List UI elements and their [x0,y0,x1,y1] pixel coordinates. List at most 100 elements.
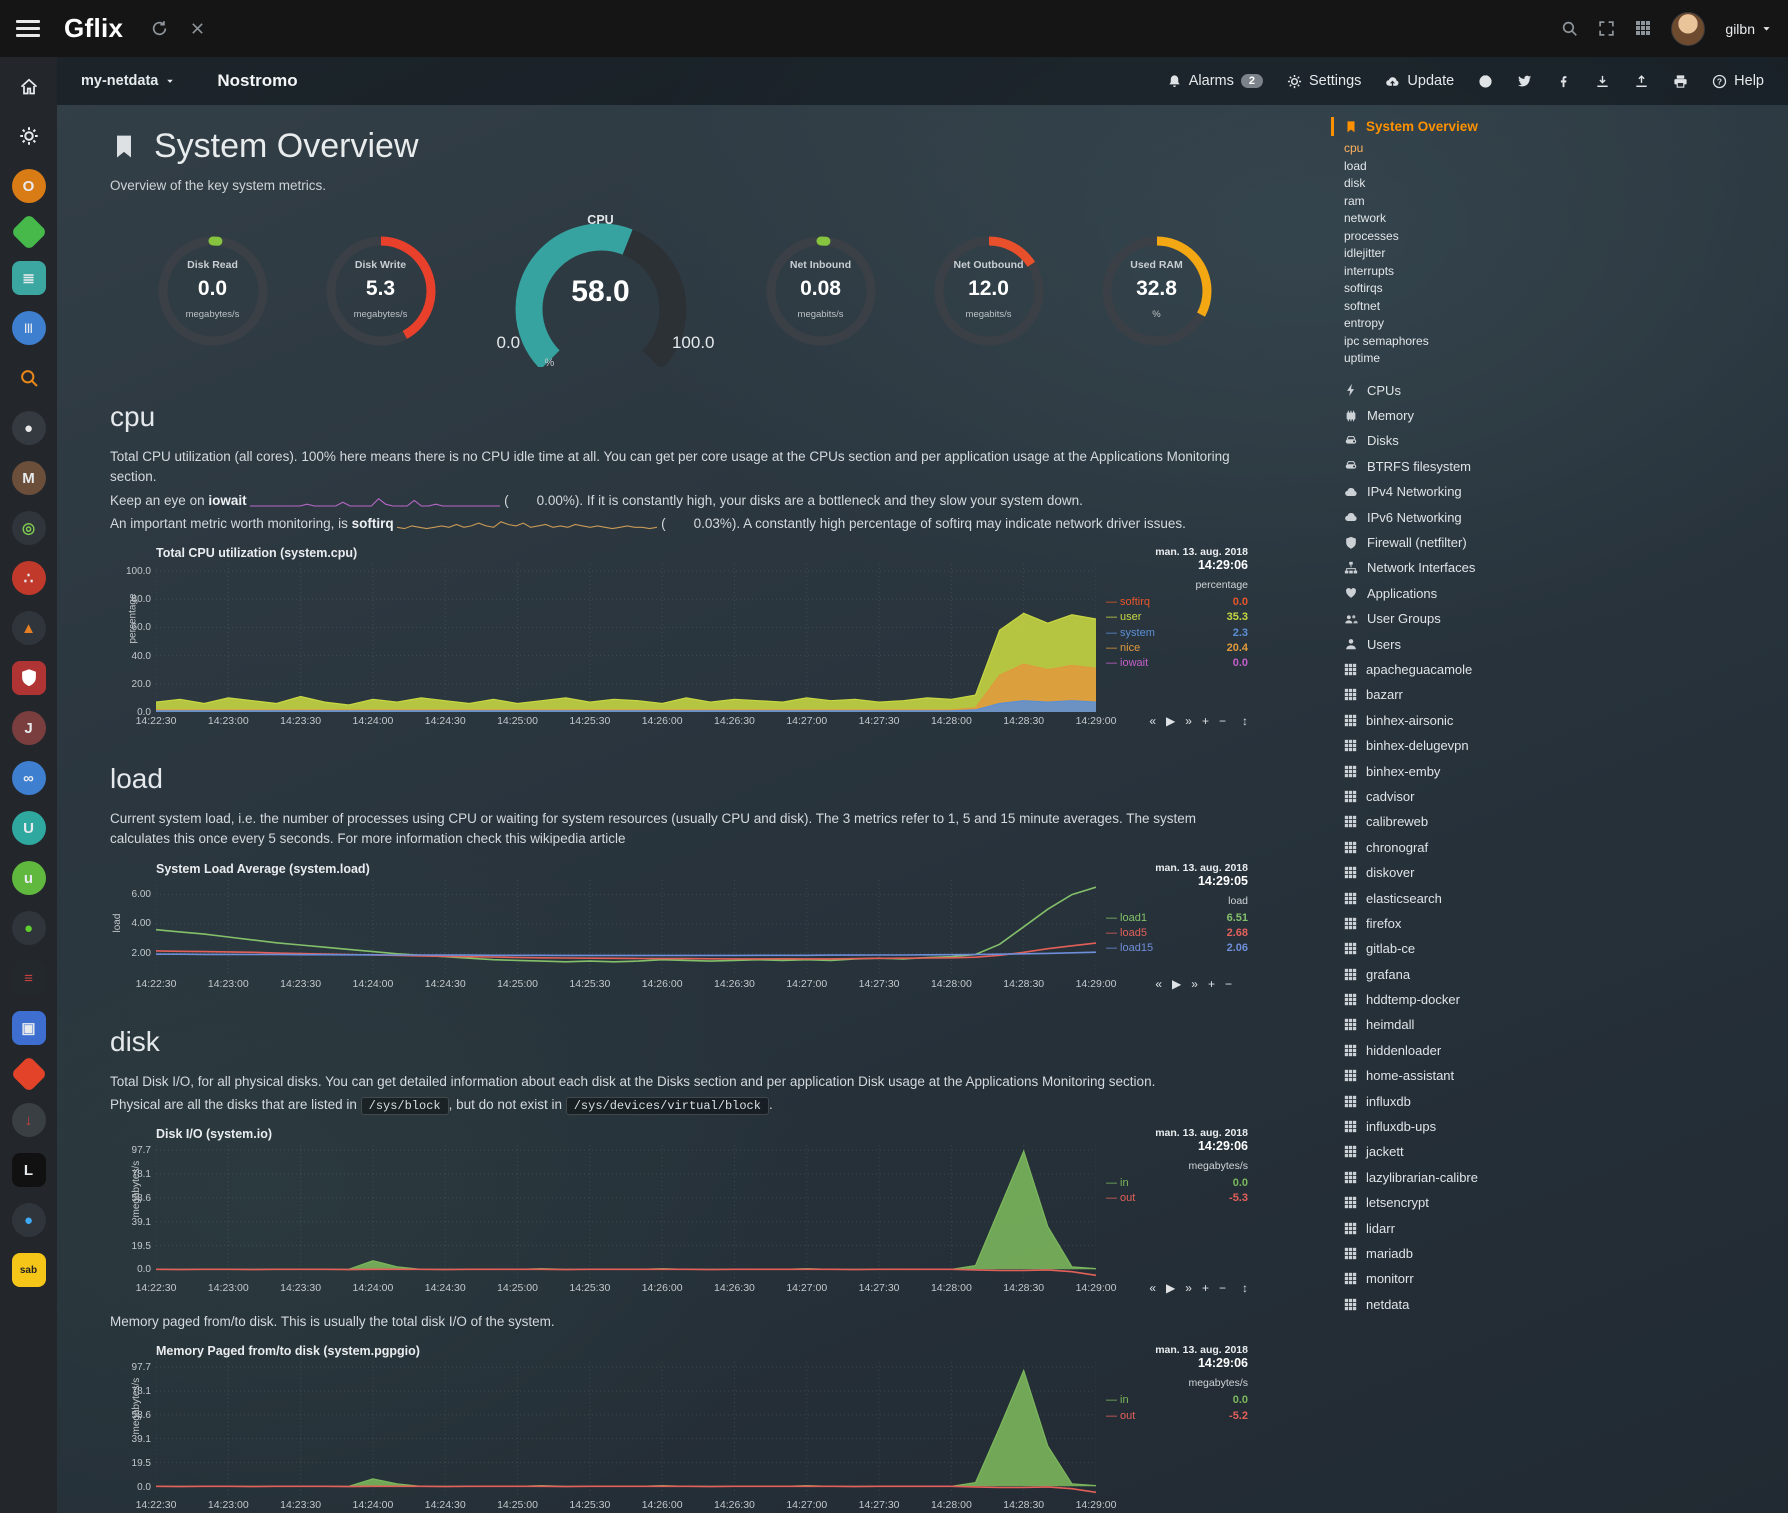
rail-app-blue-bars[interactable]: ||| [12,311,46,345]
rnav-firefox[interactable]: firefox [1331,911,1788,936]
rail-settings[interactable] [12,119,46,153]
ndnav-upload[interactable] [1634,74,1649,89]
rail-app-green-ring[interactable]: ◎ [12,511,46,545]
rnav-sub-softirqs[interactable]: softirqs [1344,280,1788,298]
chart-disk-io[interactable]: Disk I/O (system.io) megabytes/s 97.778.… [110,1127,1319,1296]
rnav-hiddenloader[interactable]: hiddenloader [1331,1038,1788,1063]
ndnav-help[interactable]: Help [1712,73,1764,89]
gauge-disk-write[interactable]: Disk Write5.3megabytes/s [323,227,439,357]
rail-app-red-down[interactable]: ↓ [12,1103,46,1137]
rail-app-brown-circle[interactable]: M [12,461,46,495]
legend-out[interactable]: — out-5.3 [1106,1191,1248,1205]
cpu-plot[interactable] [156,564,1096,712]
rnav-calibreweb[interactable]: calibreweb [1331,809,1788,834]
rnav-chronograf[interactable]: chronograf [1331,835,1788,860]
gauge-cpu[interactable]: CPU58.00.0100.0% [491,217,711,367]
rail-app-lime-dot[interactable]: ● [12,911,46,945]
rnav-influxdb[interactable]: influxdb [1331,1088,1788,1113]
chart-cpu[interactable]: Total CPU utilization (system.cpu) perce… [110,546,1319,729]
rail-app-lazy[interactable]: L [12,1153,46,1187]
legend-system[interactable]: — system2.3 [1106,626,1248,640]
rnav-sub-ram[interactable]: ram [1344,193,1788,211]
legend-load15[interactable]: — load152.06 [1106,941,1248,955]
rail-app-bars-red-green[interactable]: ≡ [12,961,46,995]
rail-app-red-scatter[interactable]: ∴ [12,561,46,595]
rnav-bazarr[interactable]: bazarr [1331,682,1788,707]
rnav-firewall-netfilter[interactable]: Firewall (netfilter) [1331,530,1788,555]
ndnav-print[interactable] [1673,74,1688,89]
chart-resize-handle[interactable]: ↕ [1242,714,1248,728]
user-menu[interactable]: gilbn [1725,21,1772,37]
ndnav-alarms[interactable]: Alarms2 [1167,73,1263,89]
avatar[interactable] [1671,12,1705,46]
rnav-diskover[interactable]: diskover [1331,860,1788,885]
ndnav-update[interactable]: Update [1385,73,1454,89]
chart-pgpgio[interactable]: Memory Paged from/to disk (system.pgpgio… [110,1344,1319,1513]
rnav-lidarr[interactable]: lidarr [1331,1215,1788,1240]
rail-app-green-u[interactable]: u [12,861,46,895]
ndnav-settings[interactable]: Settings [1287,73,1361,89]
rnav-sub-entropy[interactable]: entropy [1344,315,1788,333]
rail-app-flame[interactable]: ▲ [12,611,46,645]
rail-app-blue-drop[interactable]: ● [12,1203,46,1237]
rnav-letsencrypt[interactable]: letsencrypt [1331,1190,1788,1215]
rnav-sub-idlejitter[interactable]: idlejitter [1344,245,1788,263]
rail-app-gitlab[interactable] [10,1056,47,1093]
rnav-user-groups[interactable]: User Groups [1331,606,1788,631]
rnav-influxdb-ups[interactable]: influxdb-ups [1331,1114,1788,1139]
rnav-cadvisor[interactable]: cadvisor [1331,784,1788,809]
legend-in[interactable]: — in0.0 [1106,1393,1248,1407]
rnav-sub-softnet[interactable]: softnet [1344,298,1788,316]
gauge-net-outbound[interactable]: Net Outbound12.0megabits/s [931,227,1047,357]
rnav-sub-uptime[interactable]: uptime [1344,350,1788,368]
rnav-lazylibrarian-calibre[interactable]: lazylibrarian-calibre [1331,1165,1788,1190]
rnav-sub-interrupts[interactable]: interrupts [1344,263,1788,281]
gauge-net-inbound[interactable]: Net Inbound0.08megabits/s [763,227,879,357]
rail-app-orange-swirl[interactable]: O [12,169,46,203]
rnav-sub-cpu[interactable]: cpu [1344,140,1788,158]
chart-toolbar[interactable]: «▶»+− [1155,977,1232,991]
legend-softirq[interactable]: — softirq0.0 [1106,595,1248,609]
rail-app-search-orange[interactable] [12,361,46,395]
rnav-sub-ipc-semaphores[interactable]: ipc semaphores [1344,333,1788,351]
host-dropdown[interactable]: my-netdata [81,73,175,89]
rnav-elasticsearch[interactable]: elasticsearch [1331,885,1788,910]
legend-iowait[interactable]: — iowait0.0 [1106,656,1248,670]
legend-out[interactable]: — out-5.2 [1106,1409,1248,1423]
disk-io-plot[interactable] [156,1145,1096,1279]
legend-load5[interactable]: — load52.68 [1106,926,1248,940]
rnav-ipv4-networking[interactable]: IPv4 Networking [1331,479,1788,504]
fullscreen-icon[interactable] [1598,20,1615,38]
rnav-network-interfaces[interactable]: Network Interfaces [1331,555,1788,580]
rnav-users[interactable]: Users [1331,631,1788,656]
rail-app-dark-dot[interactable]: ● [12,411,46,445]
rail-app-red-shield[interactable] [12,661,46,695]
rnav-btrfs-filesystem[interactable]: BTRFS filesystem [1331,454,1788,479]
hamburger-menu-button[interactable] [16,20,40,37]
rnav-disks[interactable]: Disks [1331,428,1788,453]
ndnav-facebook[interactable] [1556,74,1571,89]
rnav-home-assistant[interactable]: home-assistant [1331,1063,1788,1088]
rail-app-green-play[interactable] [10,214,47,251]
rnav-memory[interactable]: Memory [1331,403,1788,428]
chart-resize-handle[interactable]: ↕ [1242,1281,1248,1295]
rnav-mariadb[interactable]: mariadb [1331,1241,1788,1266]
rnav-sub-load[interactable]: load [1344,158,1788,176]
rnav-hddtemp-docker[interactable]: hddtemp-docker [1331,987,1788,1012]
rnav-system-overview[interactable]: System Overview [1331,117,1788,136]
rnav-binhex-airsonic[interactable]: binhex-airsonic [1331,708,1788,733]
ndnav-github[interactable] [1478,74,1493,89]
rnav-applications[interactable]: Applications [1331,581,1788,606]
legend-in[interactable]: — in0.0 [1106,1176,1248,1190]
rail-app-sab[interactable]: sab [12,1253,46,1287]
rnav-sub-network[interactable]: network [1344,210,1788,228]
chart-toolbar[interactable]: «▶»+− [1149,714,1226,728]
rnav-heimdall[interactable]: heimdall [1331,1012,1788,1037]
refresh-icon[interactable] [151,20,168,38]
pgpgio-plot[interactable] [156,1362,1096,1496]
rnav-ipv6-networking[interactable]: IPv6 Networking [1331,504,1788,529]
rnav-binhex-delugevpn[interactable]: binhex-delugevpn [1331,733,1788,758]
chart-toolbar[interactable]: «▶»+− [1149,1281,1226,1295]
ndnav-twitter[interactable] [1517,74,1532,89]
rail-app-blue-window[interactable]: ▣ [12,1011,46,1045]
